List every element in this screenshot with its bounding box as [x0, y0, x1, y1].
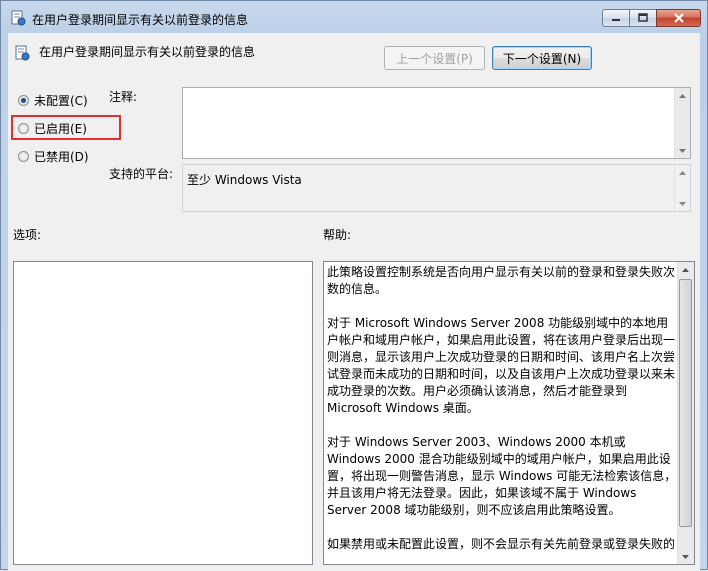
arrow-up-icon — [679, 93, 686, 98]
scroll-up-arrow[interactable] — [678, 262, 693, 277]
options-label: 选项: — [13, 228, 42, 242]
comment-scrollbar[interactable] — [674, 88, 690, 158]
radio-selected-dot — [21, 98, 26, 103]
help-pane: 此策略设置控制系统是否向用户显示有关以前的登录和登录失败次数的信息。 对于 Mi… — [323, 261, 695, 565]
radio-not-configured[interactable]: 未配置(C) — [18, 92, 88, 109]
help-paragraph: 对于 Windows Server 2003、Windows 2000 本机或 … — [327, 435, 677, 517]
radio-label: 未配置(C) — [34, 94, 88, 108]
arrow-down-icon — [682, 554, 689, 559]
next-setting-button[interactable]: 下一个设置(N) — [492, 46, 592, 70]
maximize-icon — [638, 13, 648, 22]
arrow-down-icon — [679, 201, 686, 206]
scroll-down-arrow[interactable] — [675, 143, 690, 158]
scroll-thumb[interactable] — [679, 279, 692, 527]
arrow-up-icon — [682, 267, 689, 272]
platform-scrollbar[interactable] — [674, 165, 690, 211]
help-paragraph: 此策略设置控制系统是否向用户显示有关以前的登录和登录失败次数的信息。 — [327, 265, 676, 296]
previous-setting-button[interactable]: 上一个设置(P) — [384, 46, 485, 70]
help-label: 帮助: — [323, 228, 352, 242]
comment-textarea[interactable] — [182, 87, 691, 159]
window-title: 在用户登录期间显示有关以前登录的信息 — [32, 13, 249, 27]
minimize-button[interactable] — [602, 9, 629, 27]
dialog-body: 在用户登录期间显示有关以前登录的信息 上一个设置(P) 下一个设置(N) 未配置… — [8, 33, 700, 571]
help-paragraph: 对于 Microsoft Windows Server 2008 功能级别域中的… — [327, 316, 676, 415]
radio-button[interactable] — [18, 95, 29, 106]
scroll-up-arrow[interactable] — [675, 165, 690, 180]
platform-label: 支持的平台: — [109, 167, 174, 181]
arrow-down-icon — [679, 148, 686, 153]
title-bar[interactable]: 在用户登录期间显示有关以前登录的信息 — [1, 1, 707, 33]
window-controls — [602, 9, 701, 27]
policy-icon — [11, 10, 26, 26]
arrow-up-icon — [679, 170, 686, 175]
policy-name: 在用户登录期间显示有关以前登录的信息 — [39, 45, 256, 59]
scroll-up-arrow[interactable] — [675, 88, 690, 103]
minimize-icon — [612, 19, 620, 21]
close-icon — [673, 13, 684, 23]
platform-field: 至少 Windows Vista — [182, 164, 691, 212]
help-text: 此策略设置控制系统是否向用户显示有关以前的登录和登录失败次数的信息。 对于 Mi… — [327, 264, 677, 564]
radio-button[interactable] — [18, 151, 29, 162]
scroll-down-arrow[interactable] — [678, 549, 693, 564]
policy-setting-window: 在用户登录期间显示有关以前登录的信息 在用户登录期间显示有关以前登录的信息 上一… — [0, 0, 708, 571]
comment-label: 注释: — [109, 90, 138, 104]
platform-value: 至少 Windows Vista — [187, 173, 302, 187]
options-pane — [13, 261, 313, 565]
maximize-button[interactable] — [629, 9, 656, 27]
help-scrollbar[interactable] — [677, 262, 694, 564]
help-paragraph: 如果禁用或未配置此设置，则不会显示有关先前登录或登录失败的 — [327, 537, 676, 551]
policy-setting-icon — [15, 45, 30, 61]
scroll-down-arrow[interactable] — [675, 196, 690, 211]
close-button[interactable] — [656, 9, 701, 27]
radio-disabled[interactable]: 已禁用(D) — [18, 148, 89, 165]
highlight-box — [11, 115, 121, 140]
radio-label: 已禁用(D) — [34, 150, 89, 164]
